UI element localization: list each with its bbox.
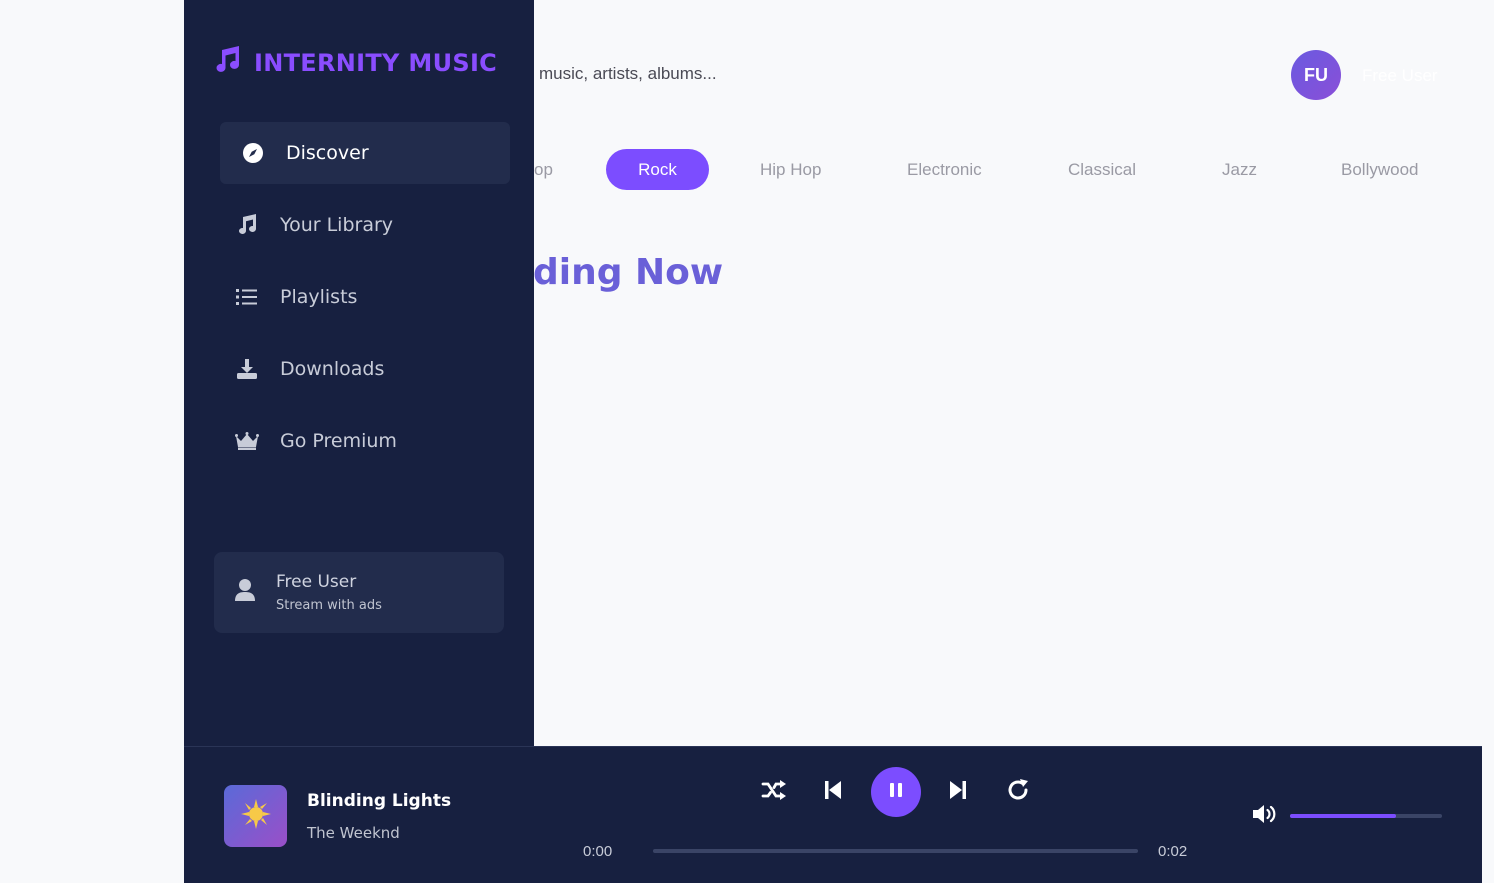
sun-icon — [240, 798, 272, 835]
album-art[interactable] — [224, 785, 287, 847]
track-title[interactable]: Blinding Lights — [307, 791, 451, 811]
current-time: 0:00 — [583, 843, 613, 860]
sidebar-item-go-premium[interactable]: Go Premium — [220, 410, 510, 472]
music-note-icon — [212, 46, 242, 79]
genre-tab-classical[interactable]: Classical — [1068, 160, 1136, 180]
previous-button[interactable] — [818, 777, 848, 807]
user-plan-subtitle: Stream with ads — [276, 598, 382, 613]
user-icon — [234, 578, 256, 607]
sidebar: INTERNITY MUSIC Discover Your Library Pl… — [184, 0, 534, 746]
sidebar-item-label: Go Premium — [280, 430, 397, 452]
repeat-icon — [1006, 778, 1030, 807]
header-user-name: Free User — [1362, 66, 1438, 85]
skip-back-icon — [824, 780, 842, 805]
track-artist[interactable]: The Weeknd — [307, 824, 400, 842]
sidebar-item-label: Downloads — [280, 358, 385, 380]
sidebar-item-label: Playlists — [280, 286, 358, 308]
volume-icon — [1252, 805, 1280, 829]
list-icon — [234, 284, 260, 310]
genre-tab-hip-hop[interactable]: Hip Hop — [760, 160, 821, 180]
progress-bar[interactable] — [653, 849, 1138, 853]
sidebar-item-discover[interactable]: Discover — [220, 122, 510, 184]
sidebar-item-label: Your Library — [280, 214, 394, 236]
crown-icon — [234, 428, 260, 454]
genre-tab-electronic[interactable]: Electronic — [907, 160, 982, 180]
volume-button[interactable] — [1252, 803, 1280, 830]
skip-forward-icon — [949, 780, 967, 805]
user-plan-card[interactable]: Free User Stream with ads — [214, 552, 504, 633]
download-icon — [234, 356, 260, 382]
search-input[interactable]: music, artists, albums... — [539, 64, 717, 84]
player-bar: Blinding Lights The Weeknd 0:00 0:02 — [184, 746, 1482, 883]
app-name: INTERNITY MUSIC — [254, 48, 498, 77]
shuffle-button[interactable] — [759, 777, 789, 807]
user-plan-name: Free User — [276, 572, 357, 592]
sidebar-item-your-library[interactable]: Your Library — [220, 194, 510, 256]
volume-slider[interactable] — [1290, 814, 1442, 818]
sidebar-item-playlists[interactable]: Playlists — [220, 266, 510, 328]
duration: 0:02 — [1158, 843, 1188, 860]
pause-icon — [889, 782, 903, 803]
genre-tab-rock[interactable]: Rock — [606, 149, 709, 190]
avatar[interactable]: FU — [1291, 50, 1341, 100]
repeat-button[interactable] — [1003, 777, 1033, 807]
genre-tab-bollywood[interactable]: Bollywood — [1341, 160, 1419, 180]
compass-icon — [240, 140, 266, 166]
genre-tab-pop[interactable]: op — [534, 160, 553, 180]
sidebar-item-label: Discover — [286, 142, 369, 164]
genre-tab-jazz[interactable]: Jazz — [1222, 160, 1257, 180]
shuffle-icon — [761, 779, 787, 806]
logo[interactable]: INTERNITY MUSIC — [212, 46, 497, 79]
next-button[interactable] — [943, 777, 973, 807]
volume-fill — [1290, 814, 1397, 818]
play-pause-button[interactable] — [871, 767, 921, 817]
sidebar-item-downloads[interactable]: Downloads — [220, 338, 510, 400]
music-note-icon — [234, 212, 260, 238]
